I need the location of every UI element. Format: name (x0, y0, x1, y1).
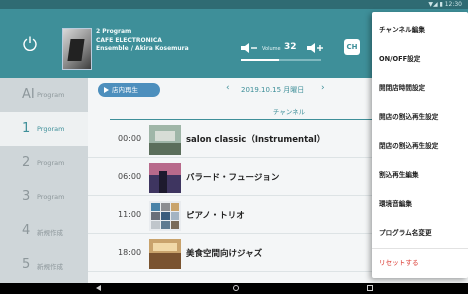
menu-item-closing-interrupt[interactable]: 閉店の割込再生設定 (372, 132, 468, 161)
sidebar-item-label: Program (37, 159, 65, 167)
recent-apps-icon[interactable] (367, 285, 373, 291)
sidebar-item-program-3[interactable]: 3 Program (0, 180, 88, 214)
sidebar-item-number: 2 (22, 155, 31, 170)
system-navigation-bar (0, 283, 468, 294)
power-icon[interactable] (22, 35, 38, 51)
volume-slider-fill (241, 59, 280, 61)
channel-thumbnail (149, 201, 181, 231)
row-time: 00:00 (118, 134, 142, 143)
now-playing-info: 2 Program CAFE ELECTRONICA Ensemble / Ak… (96, 28, 189, 54)
album-cover (62, 28, 92, 70)
sidebar-item-number: AI (22, 87, 35, 102)
volume-slider[interactable] (241, 59, 321, 61)
chevron-left-icon[interactable]: ‹ (226, 83, 230, 93)
volume-down-icon[interactable] (241, 43, 257, 53)
overflow-menu: チャンネル編集 ON/OFF設定 開閉店時間設定 開店の割込再生設定 閉店の割込… (372, 12, 468, 278)
home-icon[interactable] (233, 285, 239, 291)
sidebar-item-new-4[interactable]: 4 新規作成 (0, 214, 88, 248)
sidebar-item-label: 新規作成 (37, 229, 63, 237)
menu-item-opening-interrupt[interactable]: 開店の割込再生設定 (372, 103, 468, 132)
app-screen: ▼◢ ▮ 12:30 2 Program CAFE ELECTRONICA En… (0, 0, 468, 294)
volume-up-icon[interactable] (307, 43, 323, 53)
row-time: 18:00 (118, 248, 142, 257)
menu-item-ambient-sound-edit[interactable]: 環境音編集 (372, 190, 468, 219)
sidebar-item-label: Program (37, 91, 65, 99)
sidebar-item-number: 4 (22, 223, 31, 238)
now-playing-channel: CAFE ELECTRONICA (96, 36, 162, 44)
sidebar-item-number: 5 (22, 257, 31, 272)
row-title: ピアノ・トリオ (186, 211, 245, 221)
back-icon[interactable] (96, 285, 101, 291)
sidebar-item-number: 1 (22, 121, 31, 136)
channel-thumbnail (149, 163, 181, 193)
volume-value: 32 (284, 42, 297, 52)
status-bar: ▼◢ ▮ 12:30 (0, 0, 468, 9)
schedule-date: 2019.10.15 月曜日 (241, 86, 305, 94)
menu-item-reset[interactable]: リセットする (372, 249, 468, 278)
sidebar-item-label: 新規作成 (37, 263, 63, 271)
sidebar-item-label: Prgoram (37, 125, 65, 133)
row-time: 11:00 (118, 210, 142, 219)
sidebar-item-ai-program[interactable]: AI Program (0, 78, 88, 112)
sidebar-item-number: 3 (22, 189, 31, 204)
sidebar-item-program-1[interactable]: 1 Prgoram (0, 112, 88, 146)
row-title: 美食空間向けジャズ (186, 249, 263, 259)
channel-icon[interactable]: CH (344, 39, 360, 55)
row-time: 06:00 (118, 172, 142, 181)
channel-thumbnail (149, 125, 181, 155)
now-playing-artists: Ensemble / Akira Kosemura (96, 45, 189, 52)
sidebar-item-label: Program (37, 193, 65, 201)
menu-item-interrupt-edit[interactable]: 割込再生編集 (372, 161, 468, 190)
menu-item-rename-program[interactable]: プログラム名変更 (372, 219, 468, 248)
chevron-right-icon[interactable]: › (321, 83, 325, 93)
store-play-button[interactable]: 店内再生 (98, 83, 160, 97)
sidebar-item-program-2[interactable]: 2 Program (0, 146, 88, 180)
channel-thumbnail (149, 239, 181, 269)
now-playing-program: 2 Program (96, 28, 132, 35)
menu-item-channel-edit[interactable]: チャンネル編集 (372, 16, 468, 45)
volume-label: Volume (262, 46, 281, 52)
menu-item-open-close-hours[interactable]: 開閉店時間設定 (372, 74, 468, 103)
sidebar-item-new-5[interactable]: 5 新規作成 (0, 248, 88, 282)
menu-item-on-off-settings[interactable]: ON/OFF設定 (372, 45, 468, 74)
row-title: salon classic（Instrumental） (186, 135, 326, 145)
program-sidebar: AI Program 1 Prgoram 2 Program 3 Program… (0, 78, 88, 283)
play-icon (104, 87, 109, 93)
status-icons: ▼◢ ▮ 12:30 (428, 1, 462, 8)
row-title: バラード・フュージョン (186, 173, 280, 183)
store-play-label: 店内再生 (112, 86, 138, 94)
